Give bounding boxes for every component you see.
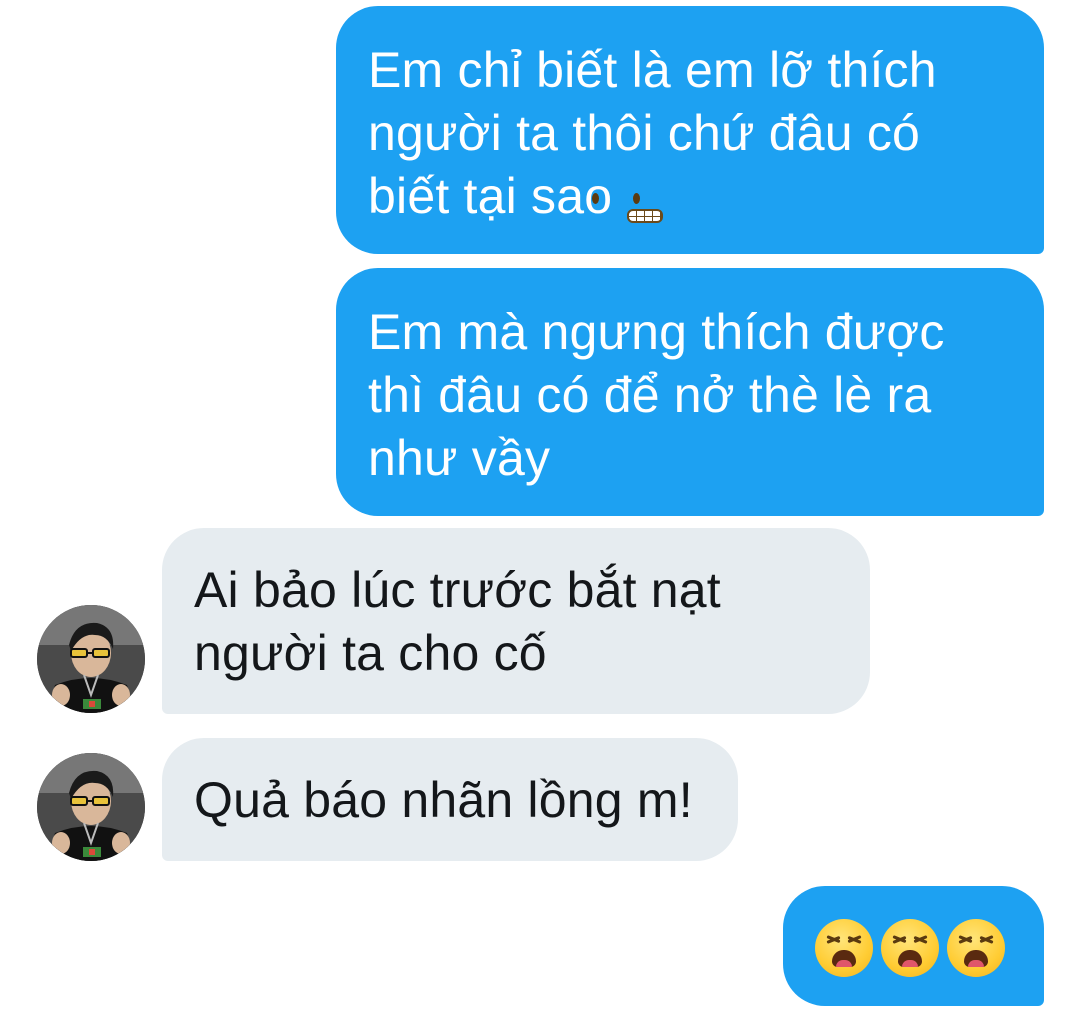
message-bubble-incoming[interactable]: Ai bảo lúc trước bắt nạt người ta cho cố: [162, 528, 870, 714]
avatar[interactable]: [37, 605, 145, 713]
message-text-line: Ai bảo lúc trước bắt nạt: [194, 562, 721, 618]
message-text-line: thì đâu có để nở thè lè ra: [368, 367, 932, 423]
message-bubble-outgoing[interactable]: Em chỉ biết là em lỡ thích người ta thôi…: [336, 6, 1044, 254]
message-text-line: biết tại sao: [368, 165, 1024, 236]
message-bubble-outgoing[interactable]: Em mà ngưng thích được thì đâu có để nở …: [336, 268, 1044, 516]
message-text-segment: biết tại sao: [368, 168, 613, 224]
avatar-image: [37, 753, 145, 861]
avatar[interactable]: [37, 753, 145, 861]
message-text-line: Em mà ngưng thích được: [368, 304, 945, 360]
message-text-line: Em chỉ biết là em lỡ thích: [368, 42, 937, 98]
emoji-row: [815, 919, 1005, 977]
message-text-line: như vầy: [368, 430, 551, 486]
message-text-line: người ta cho cố: [194, 625, 547, 681]
avatar-image: [37, 605, 145, 713]
message-text-line: người ta thôi chứ đâu có: [368, 105, 921, 161]
message-text-line: Quả báo nhãn lồng m!: [194, 772, 693, 828]
tired-face-icon: [815, 919, 873, 977]
tired-face-icon: [947, 919, 1005, 977]
message-bubble-outgoing[interactable]: [783, 886, 1044, 1006]
message-bubble-incoming[interactable]: Quả báo nhãn lồng m!: [162, 738, 738, 861]
tired-face-icon: [881, 919, 939, 977]
